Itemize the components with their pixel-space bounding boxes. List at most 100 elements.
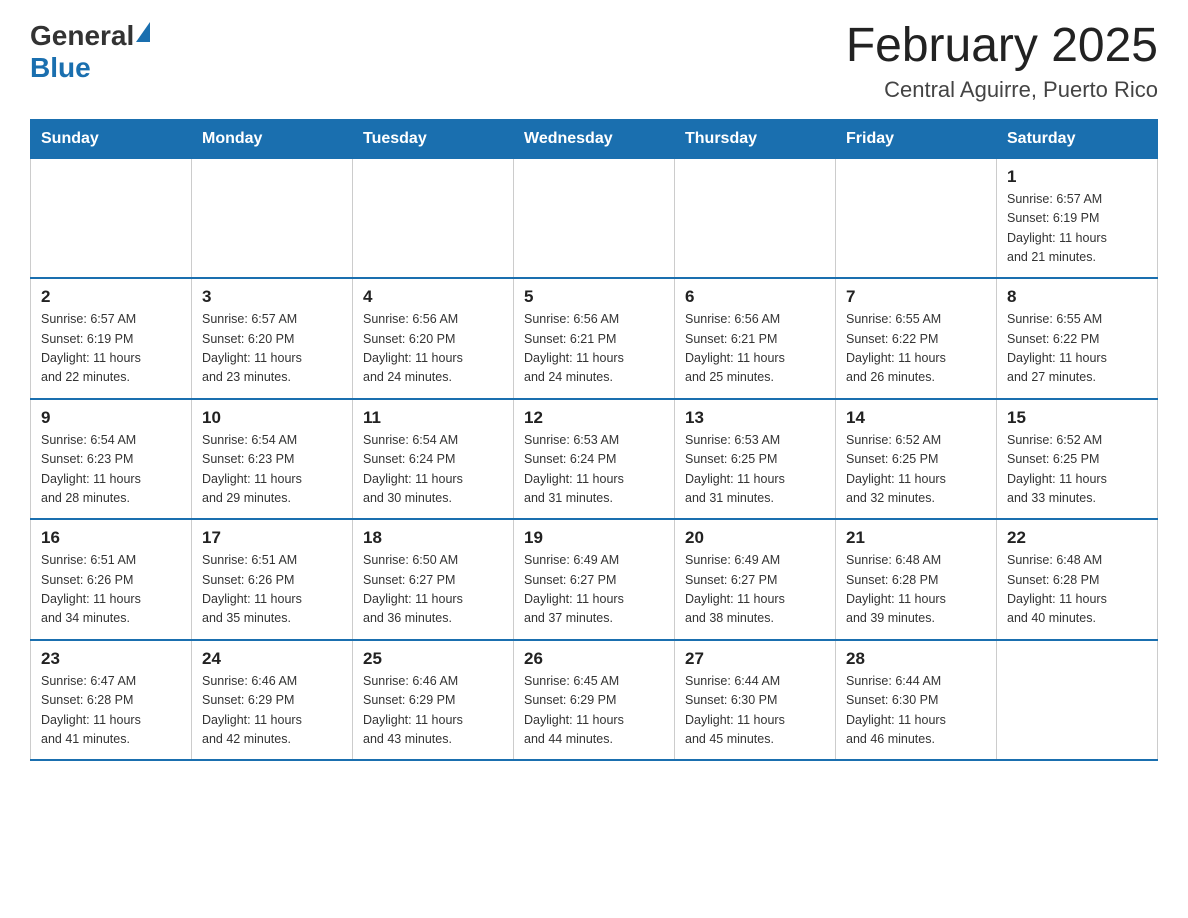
day-info: Sunrise: 6:57 AM Sunset: 6:20 PM Dayligh… [202, 310, 342, 388]
calendar-cell: 3 Sunrise: 6:57 AM Sunset: 6:20 PM Daylig… [192, 278, 353, 399]
day-info: Sunrise: 6:46 AM Sunset: 6:29 PM Dayligh… [202, 672, 342, 750]
calendar-week-row: 16Sunrise: 6:51 AM Sunset: 6:26 PM Dayli… [31, 519, 1158, 640]
day-info: Sunrise: 6:53 AM Sunset: 6:25 PM Dayligh… [685, 431, 825, 509]
day-number: 17 [202, 528, 342, 548]
calendar-cell: 19 Sunrise: 6:49 AM Sunset: 6:27 PM Dayli… [514, 519, 675, 640]
day-info: Sunrise: 6:55 AM Sunset: 6:22 PM Dayligh… [1007, 310, 1147, 388]
day-info: Sunrise: 6:56 AM Sunset: 6:20 PM Dayligh… [363, 310, 503, 388]
calendar-cell: 21Sunrise: 6:48 AM Sunset: 6:28 PM Dayli… [836, 519, 997, 640]
calendar-week-row: 2 Sunrise: 6:57 AM Sunset: 6:19 PM Daylig… [31, 278, 1158, 399]
day-number: 25 [363, 649, 503, 669]
day-number: 19 [524, 528, 664, 548]
day-number: 5 [524, 287, 664, 307]
weekday-header-sunday: Sunday [31, 119, 192, 158]
day-number: 1 [1007, 167, 1147, 187]
weekday-header-saturday: Saturday [997, 119, 1158, 158]
day-info: Sunrise: 6:56 AM Sunset: 6:21 PM Dayligh… [685, 310, 825, 388]
day-info: Sunrise: 6:51 AM Sunset: 6:26 PM Dayligh… [202, 551, 342, 629]
weekday-header-wednesday: Wednesday [514, 119, 675, 158]
day-info: Sunrise: 6:46 AM Sunset: 6:29 PM Dayligh… [363, 672, 503, 750]
calendar-cell: 13Sunrise: 6:53 AM Sunset: 6:25 PM Dayli… [675, 399, 836, 520]
day-number: 14 [846, 408, 986, 428]
weekday-header-friday: Friday [836, 119, 997, 158]
day-info: Sunrise: 6:54 AM Sunset: 6:23 PM Dayligh… [41, 431, 181, 509]
day-number: 21 [846, 528, 986, 548]
location-title: Central Aguirre, Puerto Rico [846, 77, 1158, 103]
day-info: Sunrise: 6:55 AM Sunset: 6:22 PM Dayligh… [846, 310, 986, 388]
calendar-cell: 9 Sunrise: 6:54 AM Sunset: 6:23 PM Daylig… [31, 399, 192, 520]
logo-general-text: General [30, 20, 134, 52]
calendar-cell: 15Sunrise: 6:52 AM Sunset: 6:25 PM Dayli… [997, 399, 1158, 520]
weekday-header-monday: Monday [192, 119, 353, 158]
calendar-cell: 10 Sunrise: 6:54 AM Sunset: 6:23 PM Dayli… [192, 399, 353, 520]
day-number: 15 [1007, 408, 1147, 428]
calendar-cell: 23 Sunrise: 6:47 AM Sunset: 6:28 PM Dayli… [31, 640, 192, 761]
calendar-week-row: 9 Sunrise: 6:54 AM Sunset: 6:23 PM Daylig… [31, 399, 1158, 520]
day-info: Sunrise: 6:45 AM Sunset: 6:29 PM Dayligh… [524, 672, 664, 750]
day-number: 8 [1007, 287, 1147, 307]
calendar-cell: 27 Sunrise: 6:44 AM Sunset: 6:30 PM Dayli… [675, 640, 836, 761]
day-number: 23 [41, 649, 181, 669]
day-info: Sunrise: 6:50 AM Sunset: 6:27 PM Dayligh… [363, 551, 503, 629]
day-number: 12 [524, 408, 664, 428]
month-title: February 2025 [846, 20, 1158, 73]
day-info: Sunrise: 6:57 AM Sunset: 6:19 PM Dayligh… [41, 310, 181, 388]
day-info: Sunrise: 6:57 AM Sunset: 6:19 PM Dayligh… [1007, 190, 1147, 268]
calendar-cell [836, 158, 997, 278]
day-info: Sunrise: 6:48 AM Sunset: 6:28 PM Dayligh… [1007, 551, 1147, 629]
calendar-cell: 11Sunrise: 6:54 AM Sunset: 6:24 PM Dayli… [353, 399, 514, 520]
calendar-cell: 22 Sunrise: 6:48 AM Sunset: 6:28 PM Dayli… [997, 519, 1158, 640]
day-info: Sunrise: 6:52 AM Sunset: 6:25 PM Dayligh… [846, 431, 986, 509]
calendar-cell: 7 Sunrise: 6:55 AM Sunset: 6:22 PM Daylig… [836, 278, 997, 399]
calendar-cell: 5 Sunrise: 6:56 AM Sunset: 6:21 PM Daylig… [514, 278, 675, 399]
calendar-cell: 2 Sunrise: 6:57 AM Sunset: 6:19 PM Daylig… [31, 278, 192, 399]
day-number: 27 [685, 649, 825, 669]
calendar-cell: 1 Sunrise: 6:57 AM Sunset: 6:19 PM Daylig… [997, 158, 1158, 278]
day-info: Sunrise: 6:47 AM Sunset: 6:28 PM Dayligh… [41, 672, 181, 750]
day-number: 3 [202, 287, 342, 307]
day-number: 22 [1007, 528, 1147, 548]
logo-triangle-icon [136, 22, 150, 42]
calendar-cell: 17 Sunrise: 6:51 AM Sunset: 6:26 PM Dayli… [192, 519, 353, 640]
calendar-cell [675, 158, 836, 278]
calendar-cell: 16Sunrise: 6:51 AM Sunset: 6:26 PM Dayli… [31, 519, 192, 640]
day-number: 10 [202, 408, 342, 428]
day-info: Sunrise: 6:44 AM Sunset: 6:30 PM Dayligh… [685, 672, 825, 750]
day-number: 2 [41, 287, 181, 307]
day-number: 18 [363, 528, 503, 548]
calendar-cell: 20Sunrise: 6:49 AM Sunset: 6:27 PM Dayli… [675, 519, 836, 640]
calendar-cell [192, 158, 353, 278]
calendar-table: SundayMondayTuesdayWednesdayThursdayFrid… [30, 119, 1158, 762]
header: General Blue February 2025 Central Aguir… [30, 20, 1158, 103]
title-area: February 2025 Central Aguirre, Puerto Ri… [846, 20, 1158, 103]
day-number: 20 [685, 528, 825, 548]
day-number: 9 [41, 408, 181, 428]
day-number: 24 [202, 649, 342, 669]
calendar-cell: 26Sunrise: 6:45 AM Sunset: 6:29 PM Dayli… [514, 640, 675, 761]
day-info: Sunrise: 6:49 AM Sunset: 6:27 PM Dayligh… [524, 551, 664, 629]
calendar-cell [997, 640, 1158, 761]
calendar-cell: 8 Sunrise: 6:55 AM Sunset: 6:22 PM Daylig… [997, 278, 1158, 399]
day-number: 7 [846, 287, 986, 307]
calendar-cell: 18 Sunrise: 6:50 AM Sunset: 6:27 PM Dayli… [353, 519, 514, 640]
day-info: Sunrise: 6:54 AM Sunset: 6:23 PM Dayligh… [202, 431, 342, 509]
calendar-cell: 25 Sunrise: 6:46 AM Sunset: 6:29 PM Dayli… [353, 640, 514, 761]
calendar-cell [353, 158, 514, 278]
calendar-cell: 28 Sunrise: 6:44 AM Sunset: 6:30 PM Dayli… [836, 640, 997, 761]
weekday-header-thursday: Thursday [675, 119, 836, 158]
calendar-cell: 4Sunrise: 6:56 AM Sunset: 6:20 PM Daylig… [353, 278, 514, 399]
day-info: Sunrise: 6:54 AM Sunset: 6:24 PM Dayligh… [363, 431, 503, 509]
calendar-week-row: 23 Sunrise: 6:47 AM Sunset: 6:28 PM Dayli… [31, 640, 1158, 761]
weekday-header-tuesday: Tuesday [353, 119, 514, 158]
calendar-cell: 14 Sunrise: 6:52 AM Sunset: 6:25 PM Dayli… [836, 399, 997, 520]
calendar-cell [514, 158, 675, 278]
day-info: Sunrise: 6:53 AM Sunset: 6:24 PM Dayligh… [524, 431, 664, 509]
logo: General Blue [30, 20, 150, 84]
weekday-header-row: SundayMondayTuesdayWednesdayThursdayFrid… [31, 119, 1158, 158]
calendar-cell [31, 158, 192, 278]
day-info: Sunrise: 6:56 AM Sunset: 6:21 PM Dayligh… [524, 310, 664, 388]
day-info: Sunrise: 6:44 AM Sunset: 6:30 PM Dayligh… [846, 672, 986, 750]
logo-blue-text: Blue [30, 52, 91, 83]
day-number: 28 [846, 649, 986, 669]
day-info: Sunrise: 6:51 AM Sunset: 6:26 PM Dayligh… [41, 551, 181, 629]
